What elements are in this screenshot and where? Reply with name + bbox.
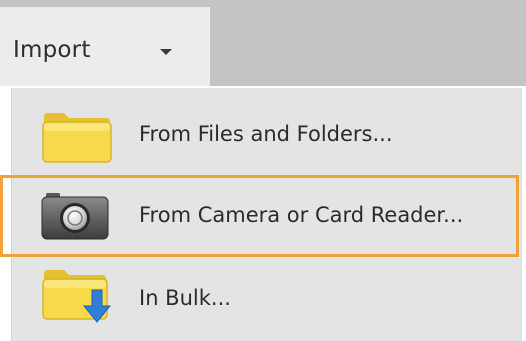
import-dropdown-button[interactable]: Import: [0, 7, 210, 86]
menu-item-label: From Files and Folders...: [139, 122, 393, 146]
import-menu: From Files and Folders... From Camera or…: [11, 88, 522, 341]
menu-item-from-camera-or-card-reader[interactable]: From Camera or Card Reader...: [12, 172, 523, 254]
folder-icon: [42, 113, 112, 163]
app-window: Import From Files and Folders... From Ca…: [0, 0, 526, 341]
camera-icon: [41, 193, 109, 240]
menu-item-label: From Camera or Card Reader...: [139, 203, 464, 227]
chevron-down-icon[interactable]: [160, 49, 172, 55]
import-label: Import: [13, 37, 91, 63]
folder-download-icon: [42, 270, 112, 323]
menu-item-from-files-and-folders[interactable]: From Files and Folders...: [12, 88, 523, 170]
menu-item-label: In Bulk...: [139, 286, 231, 310]
menu-item-in-bulk[interactable]: In Bulk...: [12, 256, 523, 338]
top-toolbar: Import: [0, 0, 526, 86]
